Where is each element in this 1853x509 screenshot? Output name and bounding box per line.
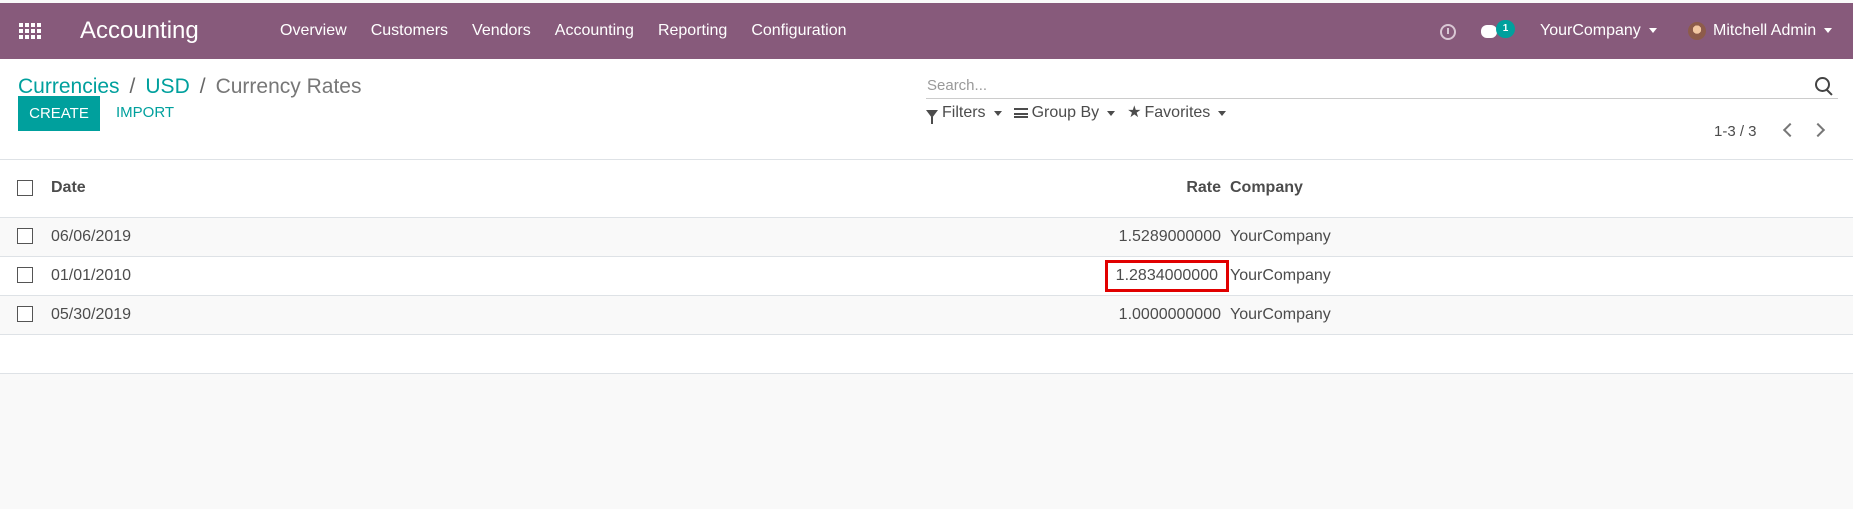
group-by-label: Group By: [1031, 104, 1100, 121]
menu-configuration[interactable]: Configuration: [751, 22, 846, 40]
breadcrumb-usd[interactable]: USD: [145, 75, 189, 98]
filter-icon: [926, 110, 938, 124]
company-header[interactable]: Company: [1230, 160, 1853, 218]
search-box[interactable]: [926, 73, 1838, 99]
select-all-checkbox[interactable]: [17, 180, 33, 197]
chat-icon[interactable]: [1481, 25, 1497, 38]
table-row[interactable]: 05/30/2019 1.0000000000 YourCompany: [0, 295, 1853, 335]
clock-icon[interactable]: [1440, 24, 1456, 40]
row-checkbox[interactable]: [17, 267, 33, 284]
user-menu[interactable]: Mitchell Admin: [1713, 22, 1833, 40]
favorites-button[interactable]: ★ Favorites: [1127, 104, 1227, 122]
chevron-left-icon[interactable]: [1782, 122, 1798, 138]
pager-value[interactable]: 1-3 / 3: [1714, 123, 1757, 140]
chevron-down-icon: [1107, 110, 1116, 116]
app-brand[interactable]: Accounting: [80, 17, 199, 45]
breadcrumb-separator: /: [199, 75, 206, 98]
create-button[interactable]: CREATE: [18, 96, 100, 131]
messages-badge[interactable]: 1: [1496, 20, 1515, 38]
import-button[interactable]: IMPORT: [116, 104, 174, 121]
chevron-down-icon: [1218, 110, 1227, 116]
star-icon: ★: [1127, 104, 1142, 121]
rate-cell: 1.5289000000: [1050, 217, 1230, 257]
table-row[interactable]: 01/01/2010 1.2834000000 YourCompany: [0, 256, 1853, 296]
rate-cell: 1.0000000000: [1050, 295, 1230, 335]
page-title: Currency Rates: [215, 75, 362, 98]
main-menu: Overview Customers Vendors Accounting Re…: [280, 22, 870, 40]
chevron-right-icon[interactable]: [1810, 122, 1826, 138]
row-checkbox[interactable]: [17, 228, 33, 245]
top-navbar: Accounting Overview Customers Vendors Ac…: [0, 3, 1853, 59]
rate-cell: 1.2834000000: [1050, 256, 1230, 296]
group-by-button[interactable]: Group By: [1013, 104, 1116, 122]
menu-overview[interactable]: Overview: [280, 22, 347, 40]
currency-rates-table: Date Rate Company 06/06/2019 1.528900000…: [0, 160, 1853, 374]
search-icon[interactable]: [1815, 77, 1830, 92]
table-header-row: Date Rate Company: [0, 160, 1853, 218]
empty-row: [0, 334, 1853, 374]
company-cell: YourCompany: [1230, 217, 1853, 257]
chevron-down-icon: [1648, 28, 1657, 34]
group-by-icon: [1013, 108, 1028, 118]
avatar[interactable]: [1688, 22, 1706, 40]
menu-vendors[interactable]: Vendors: [472, 22, 531, 40]
company-switcher[interactable]: YourCompany: [1540, 22, 1657, 40]
rate-header[interactable]: Rate: [1050, 160, 1230, 218]
date-cell: 05/30/2019: [51, 295, 1050, 335]
chevron-down-icon: [993, 110, 1002, 116]
table-row[interactable]: 06/06/2019 1.5289000000 YourCompany: [0, 217, 1853, 257]
row-checkbox-cell: [0, 217, 51, 257]
row-checkbox[interactable]: [17, 306, 33, 323]
filters-label: Filters: [942, 104, 986, 121]
search-options: Filters Group By ★ Favorites: [926, 104, 1227, 124]
date-cell: 06/06/2019: [51, 217, 1050, 257]
search-input[interactable]: [927, 73, 1787, 97]
breadcrumb-separator: /: [129, 75, 136, 98]
date-cell: 01/01/2010: [51, 256, 1050, 296]
menu-customers[interactable]: Customers: [371, 22, 448, 40]
pager-navigation: [1777, 121, 1833, 141]
filters-button[interactable]: Filters: [926, 104, 1002, 124]
apps-grid-icon[interactable]: [19, 23, 41, 41]
company-cell: YourCompany: [1230, 256, 1853, 296]
menu-reporting[interactable]: Reporting: [658, 22, 727, 40]
row-checkbox-cell: [0, 295, 51, 335]
company-cell: YourCompany: [1230, 295, 1853, 335]
favorites-label: Favorites: [1144, 104, 1211, 121]
date-header[interactable]: Date: [51, 160, 1050, 218]
chevron-down-icon: [1824, 28, 1833, 34]
company-label: YourCompany: [1540, 22, 1641, 39]
row-checkbox-cell: [0, 256, 51, 296]
breadcrumb-currencies[interactable]: Currencies: [18, 75, 120, 98]
menu-accounting[interactable]: Accounting: [555, 22, 634, 40]
highlighted-rate: 1.2834000000: [1104, 259, 1229, 292]
user-name: Mitchell Admin: [1713, 22, 1817, 39]
empty-cell: [0, 334, 1853, 374]
select-all-cell: [0, 160, 51, 218]
